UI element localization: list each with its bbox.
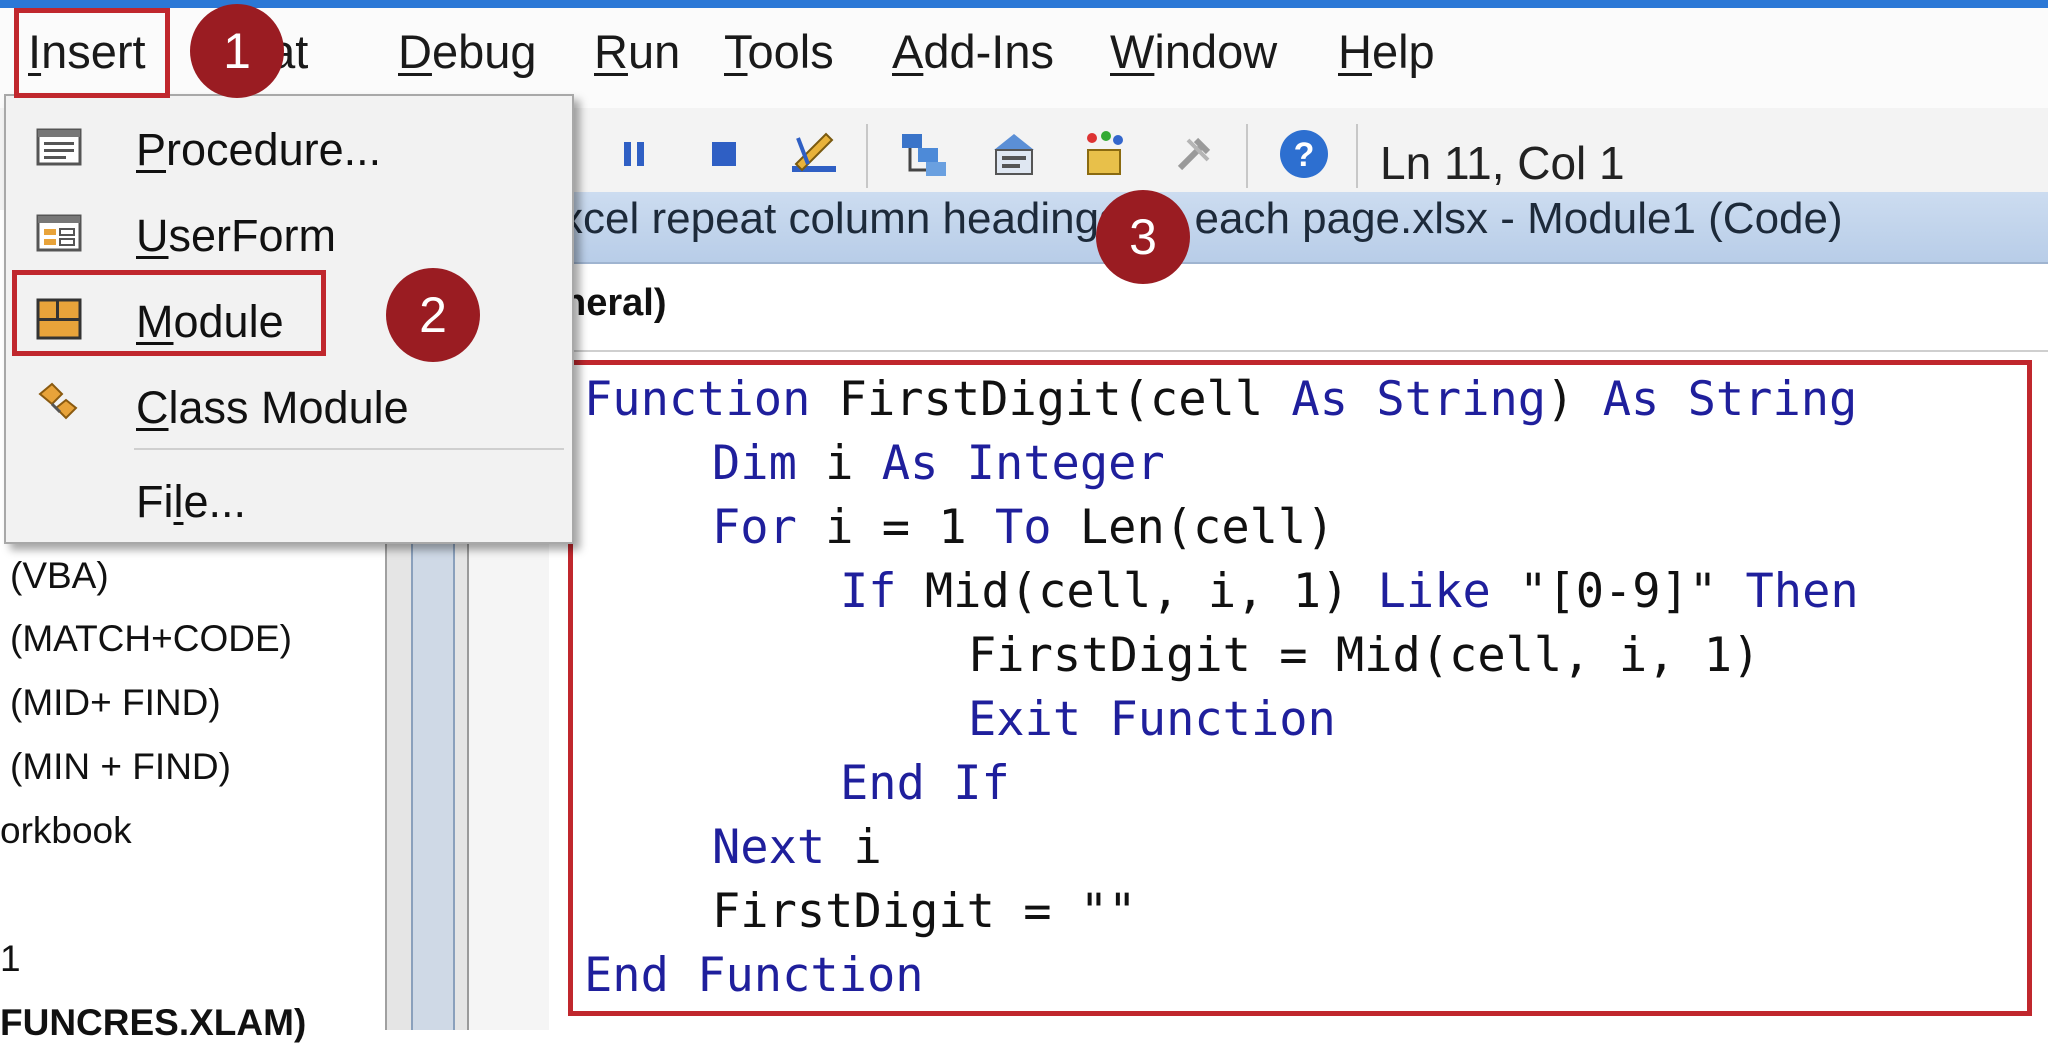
object-browser-icon[interactable] [1076, 126, 1132, 182]
procedure-icon [36, 128, 82, 166]
menu-window[interactable]: Window [1110, 28, 1277, 75]
reset-icon[interactable] [696, 126, 752, 182]
class-module-icon [38, 382, 78, 420]
toolbar-separator [866, 124, 868, 188]
menu-item-file[interactable]: File... [6, 458, 568, 540]
menu-separator [134, 448, 564, 450]
toolbar-separator [1246, 124, 1248, 188]
project-explorer-icon[interactable] [896, 126, 952, 182]
break-icon[interactable] [606, 126, 662, 182]
userform-icon [36, 214, 82, 252]
code-window-title: xcel repeat column headings on each page… [469, 192, 2048, 264]
insert-menu-highlight [14, 8, 170, 98]
design-mode-icon[interactable] [786, 126, 842, 182]
tree-item[interactable]: orkbook [0, 810, 132, 852]
code-highlight-box [568, 360, 2032, 1016]
properties-window-icon[interactable] [986, 126, 1042, 182]
menu-item-label: Procedure... [136, 124, 382, 175]
module-item-highlight [12, 270, 326, 356]
tree-item[interactable]: (MATCH+CODE) [10, 618, 292, 660]
step-badge-3: 3 [1096, 190, 1190, 284]
toolbar-separator [1356, 124, 1358, 188]
tree-item[interactable]: 1 [0, 938, 21, 980]
tree-item[interactable]: (VBA) [10, 555, 109, 597]
tree-item[interactable]: (MID+ FIND) [10, 682, 221, 724]
tree-item[interactable]: FUNCRES.XLAM) [0, 1002, 306, 1044]
menu-item-label: Class Module [136, 382, 409, 433]
toolbox-icon[interactable] [1166, 126, 1222, 182]
menu-item-label: File... [136, 476, 247, 527]
cursor-position: Ln 11, Col 1 [1380, 137, 1625, 189]
svg-text:?: ? [1294, 136, 1315, 174]
menu-add-ins[interactable]: Add-Ins [892, 28, 1054, 75]
object-combo[interactable]: neral) [549, 268, 2048, 352]
step-badge-2: 2 [386, 268, 480, 362]
menu-item-procedure[interactable]: Procedure... [6, 106, 568, 188]
menu-item-class-module[interactable]: Class Module [6, 364, 568, 446]
menu-run[interactable]: Run [594, 28, 680, 75]
menu-item-label: UserForm [136, 210, 336, 261]
menu-debug[interactable]: Debug [398, 28, 537, 75]
tree-item[interactable]: (MIN + FIND) [10, 746, 231, 788]
step-badge-1: 1 [190, 4, 284, 98]
menu-tools[interactable]: Tools [724, 28, 834, 75]
help-icon[interactable]: ? [1276, 126, 1332, 182]
menu-item-userform[interactable]: UserForm [6, 192, 568, 274]
menu-help[interactable]: Help [1338, 28, 1435, 75]
menu-bar: Insert mat Debug Run Tools Add-Ins Windo… [0, 8, 2048, 108]
window-top-accent [0, 0, 2048, 8]
